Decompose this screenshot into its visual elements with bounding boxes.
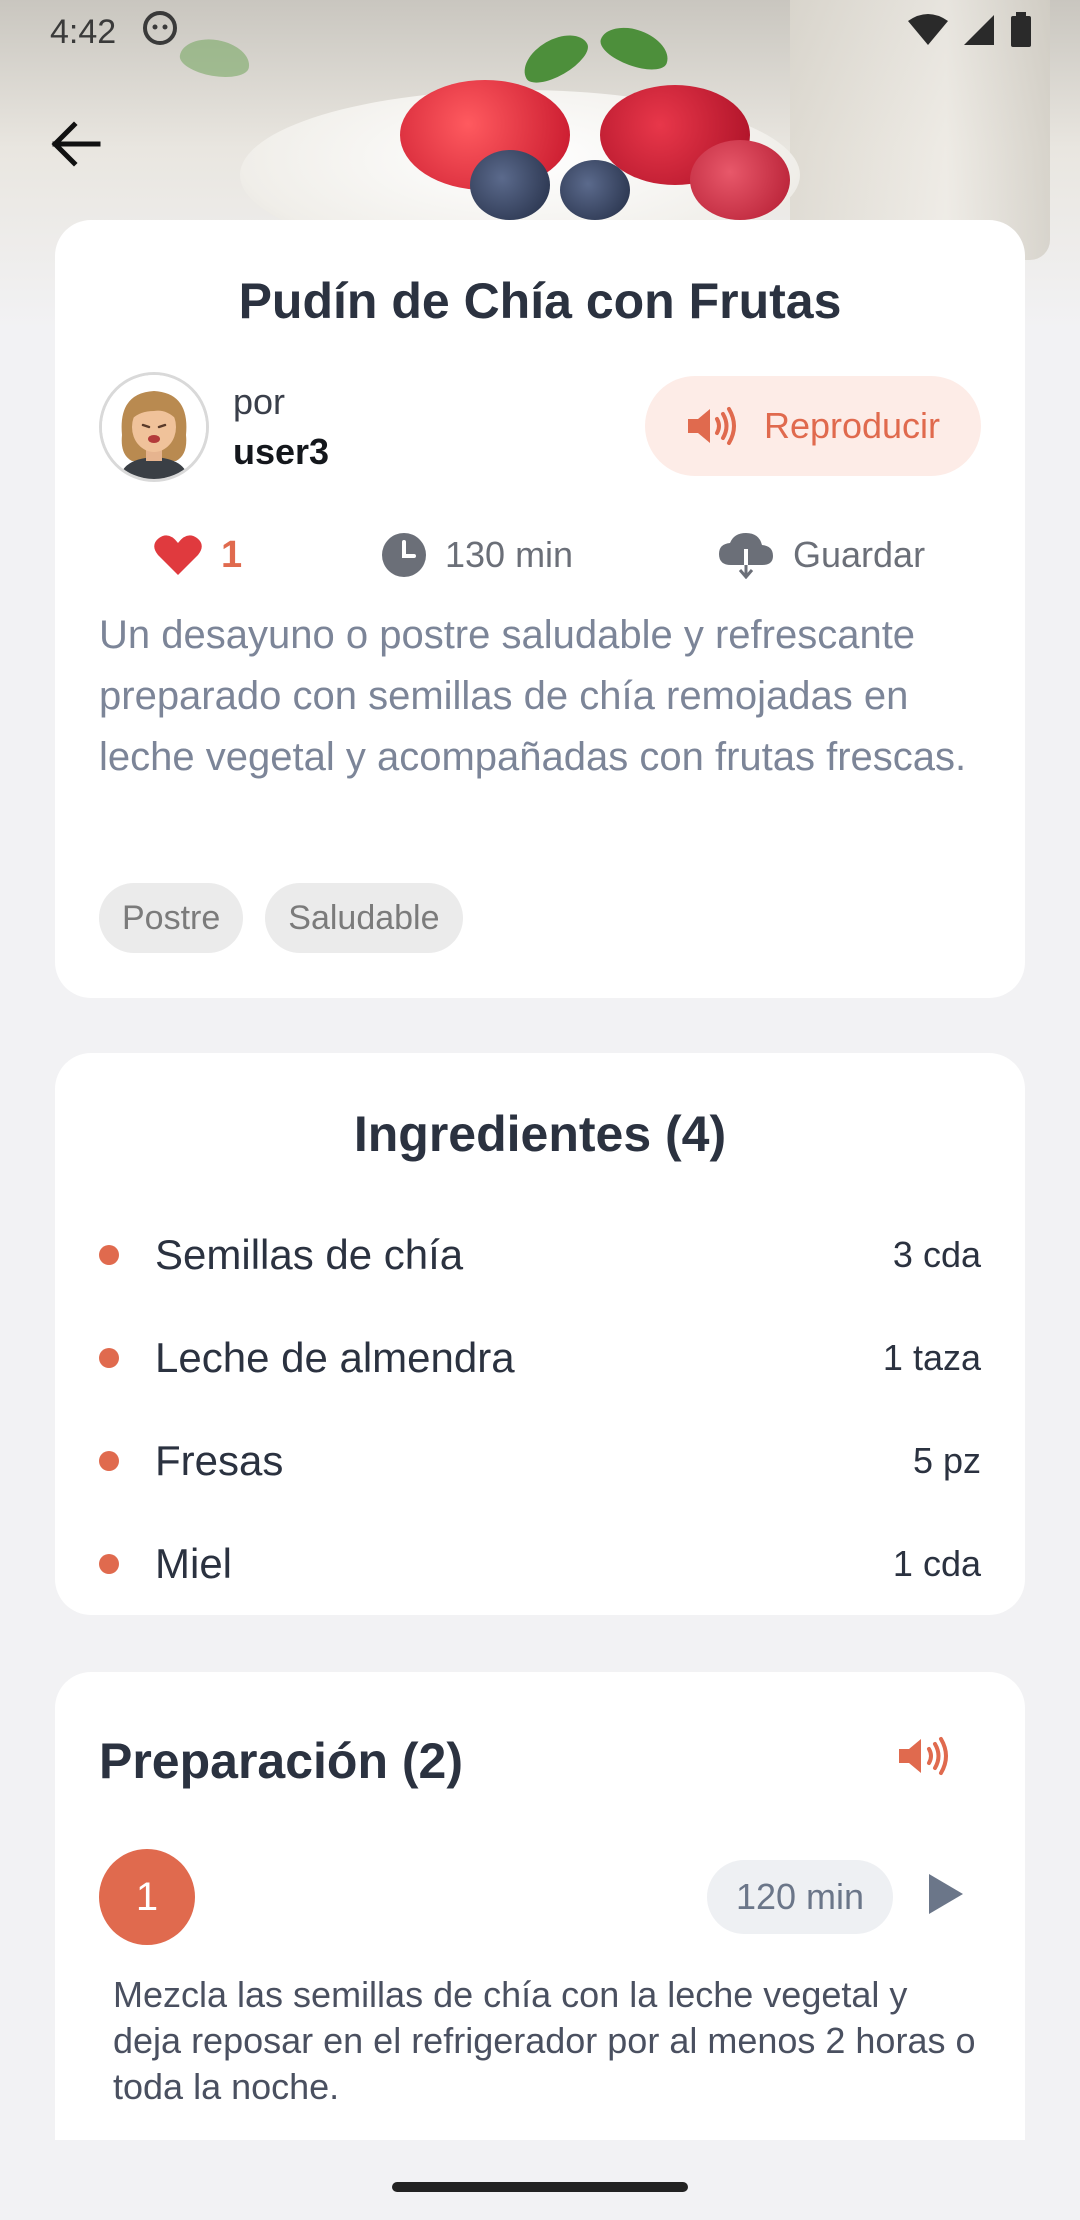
signal-icon xyxy=(962,13,996,52)
ingredient-name: Semillas de chía xyxy=(155,1230,464,1278)
play-icon xyxy=(929,1874,963,1914)
status-time: 4:42 xyxy=(50,12,117,51)
likes-count: 1 xyxy=(221,533,243,576)
ingredient-quantity: 3 cda xyxy=(892,1233,981,1275)
ingredients-list: Semillas de chía 3 cda Leche de almendra… xyxy=(99,1203,981,1615)
step-time-badge: 120 min xyxy=(707,1860,893,1934)
avatar-illustration xyxy=(102,375,206,479)
preparation-card: Preparación (2) 1 120 min Mezcla las sem… xyxy=(55,1672,1025,2220)
ingredients-title: Ingredientes (4) xyxy=(353,1106,727,1162)
ingredient-name: Miel xyxy=(155,1539,233,1587)
like-button[interactable]: 1 xyxy=(153,520,242,590)
tag-chip[interactable]: Postre xyxy=(99,883,244,953)
hero-blueberry xyxy=(560,160,630,220)
bullet-icon xyxy=(99,1450,119,1471)
play-audio-label: Reproducir xyxy=(763,405,941,446)
recipe-stats: 1 130 min Guardar xyxy=(55,520,1025,590)
ingredient-row: Miel 1 cda xyxy=(99,1512,981,1615)
ingredient-quantity: 1 cda xyxy=(892,1542,981,1584)
gesture-nav-bar xyxy=(0,2140,1080,2220)
author-prefix: por xyxy=(233,381,286,422)
android-face-icon xyxy=(142,10,178,55)
step-play-button[interactable] xyxy=(925,1872,975,1922)
speaker-icon xyxy=(687,407,736,445)
save-button[interactable]: Guardar xyxy=(717,520,925,590)
recipe-title: Pudín de Chía con Frutas xyxy=(238,273,842,329)
status-bar: 4:42 xyxy=(0,0,1080,64)
preparation-audio-button[interactable] xyxy=(897,1734,957,1794)
home-indicator[interactable] xyxy=(392,2182,688,2192)
back-button[interactable] xyxy=(44,112,108,176)
recipe-tags: Postre Saludable xyxy=(99,883,463,953)
author-name[interactable]: user3 xyxy=(233,427,329,477)
bullet-icon xyxy=(99,1347,119,1368)
ingredient-name: Leche de almendra xyxy=(155,1333,515,1381)
bullet-icon xyxy=(99,1553,119,1574)
tag-chip[interactable]: Saludable xyxy=(265,883,463,953)
step-description: Mezcla las semillas de chía con la leche… xyxy=(113,1974,976,2107)
cloud-download-icon xyxy=(719,533,773,579)
step-number-badge: 1 xyxy=(99,1849,195,1945)
recipe-description: Un desayuno o postre saludable y refresc… xyxy=(99,613,967,779)
battery-icon xyxy=(1010,11,1032,53)
ingredients-card: Ingredientes (4) Semillas de chía 3 cda … xyxy=(55,1053,1025,1615)
author-row[interactable]: por user3 xyxy=(99,372,329,482)
preparation-title: Preparación (2) xyxy=(99,1733,464,1789)
avatar[interactable] xyxy=(99,372,209,482)
wifi-icon xyxy=(908,13,948,52)
ingredient-row: Leche de almendra 1 taza xyxy=(99,1306,981,1409)
ingredient-quantity: 1 taza xyxy=(882,1336,981,1378)
save-label: Guardar xyxy=(793,534,926,575)
play-audio-button[interactable]: Reproducir xyxy=(645,376,981,476)
bullet-icon xyxy=(99,1244,119,1265)
ingredient-row: Fresas 5 pz xyxy=(99,1409,981,1512)
ingredient-quantity: 5 pz xyxy=(912,1439,981,1481)
clock-icon xyxy=(382,533,426,577)
hero-blueberry xyxy=(470,150,550,220)
hero-raspberry xyxy=(690,140,790,220)
cook-time-value: 130 min xyxy=(445,534,574,575)
heart-icon xyxy=(154,535,202,575)
recipe-info-card: Pudín de Chía con Frutas por user3 Repro… xyxy=(55,220,1025,998)
screen: 4:42 Pudín de Chía con Frutas por user3 … xyxy=(0,0,1080,2220)
ingredient-row: Semillas de chía 3 cda xyxy=(99,1203,981,1306)
speaker-icon xyxy=(899,1737,948,1775)
arrow-left-icon xyxy=(51,121,101,167)
ingredient-name: Fresas xyxy=(155,1436,284,1484)
cook-time: 130 min xyxy=(381,520,573,590)
